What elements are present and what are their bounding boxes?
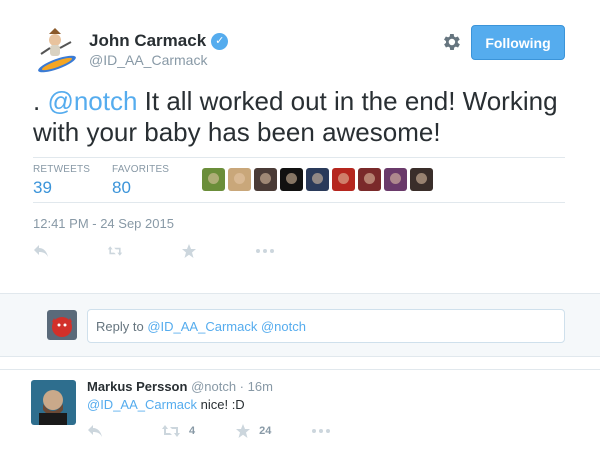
author-handle[interactable]: @ID_AA_Carmack <box>89 52 207 68</box>
more-icon[interactable] <box>311 428 331 434</box>
favoriter-avatar[interactable] <box>254 168 277 191</box>
favoriter-avatar[interactable] <box>202 168 225 191</box>
favoriter-avatar[interactable] <box>306 168 329 191</box>
retweets-label: RETWEETS <box>33 164 91 175</box>
retweet-action[interactable]: 4 <box>161 424 195 438</box>
tweet-card: John Carmack ✓ @ID_AA_Carmack Following … <box>0 0 600 293</box>
reply-tweet-actions: 4 24 <box>87 423 331 439</box>
reply-tweet-header: Markus Persson @notch · 16m <box>87 379 273 394</box>
favoriter-avatar[interactable] <box>358 168 381 191</box>
reply-input[interactable]: Reply to @ID_AA_Carmack @notch <box>87 309 565 343</box>
favorites-label: FAVORITES <box>112 164 170 175</box>
retweets-count[interactable]: 39 <box>33 178 90 198</box>
favoriter-avatars <box>202 168 433 191</box>
author-name-text[interactable]: John Carmack <box>89 31 206 51</box>
retweet-icon <box>162 425 180 437</box>
following-button[interactable]: Following <box>471 25 565 60</box>
reply-retweet-count: 4 <box>189 425 196 437</box>
tweet-text: . @notch It all worked out in the end! W… <box>33 86 578 148</box>
reply-author-name[interactable]: Markus Persson <box>87 379 187 394</box>
favoriter-avatar[interactable] <box>384 168 407 191</box>
verified-badge-icon: ✓ <box>211 32 229 50</box>
favorite-action[interactable]: 24 <box>235 423 271 439</box>
reply-tweet-body: nice! :D <box>197 397 245 412</box>
reply-icon[interactable] <box>33 243 49 259</box>
favoriter-avatar[interactable] <box>410 168 433 191</box>
favoriter-avatar[interactable] <box>280 168 303 191</box>
mention-link[interactable]: @notch <box>47 86 137 116</box>
reply-author-meta[interactable]: @notch · 16m <box>191 379 273 394</box>
favorite-star-icon <box>236 424 251 438</box>
more-icon[interactable] <box>255 243 275 259</box>
reply-favorite-count: 24 <box>259 425 272 437</box>
tweet-text-prefix: . <box>33 86 48 116</box>
tweet-actions <box>33 243 275 259</box>
favoriter-avatar[interactable] <box>228 168 251 191</box>
reply-tweet-text: @ID_AA_Carmack nice! :D <box>87 397 245 412</box>
favorite-star-icon[interactable] <box>181 243 197 259</box>
author-avatar[interactable] <box>33 24 83 74</box>
favoriter-avatar[interactable] <box>332 168 355 191</box>
spacer <box>0 357 600 369</box>
divider <box>33 202 565 203</box>
reply-panel: Reply to @ID_AA_Carmack @notch <box>0 293 600 357</box>
retweet-icon[interactable] <box>107 243 123 259</box>
current-user-avatar <box>47 310 77 340</box>
favorites-count[interactable]: 80 <box>112 178 169 198</box>
reply-icon[interactable] <box>87 424 103 438</box>
reply-placeholder-mentions: @ID_AA_Carmack @notch <box>147 318 306 334</box>
favorites-stat[interactable]: FAVORITES 80 <box>112 164 169 198</box>
reply-mention-link[interactable]: @ID_AA_Carmack <box>87 397 197 412</box>
tweet-timestamp[interactable]: 12:41 PM - 24 Sep 2015 <box>33 216 174 231</box>
reply-placeholder-prefix: Reply to <box>96 318 144 334</box>
reply-author-avatar[interactable] <box>31 380 76 425</box>
author-name[interactable]: John Carmack ✓ <box>89 31 229 51</box>
reply-tweet[interactable]: Markus Persson @notch · 16m @ID_AA_Carma… <box>0 369 600 449</box>
divider <box>33 157 565 158</box>
gear-icon[interactable] <box>440 31 462 53</box>
retweets-stat[interactable]: RETWEETS 39 <box>33 164 90 198</box>
